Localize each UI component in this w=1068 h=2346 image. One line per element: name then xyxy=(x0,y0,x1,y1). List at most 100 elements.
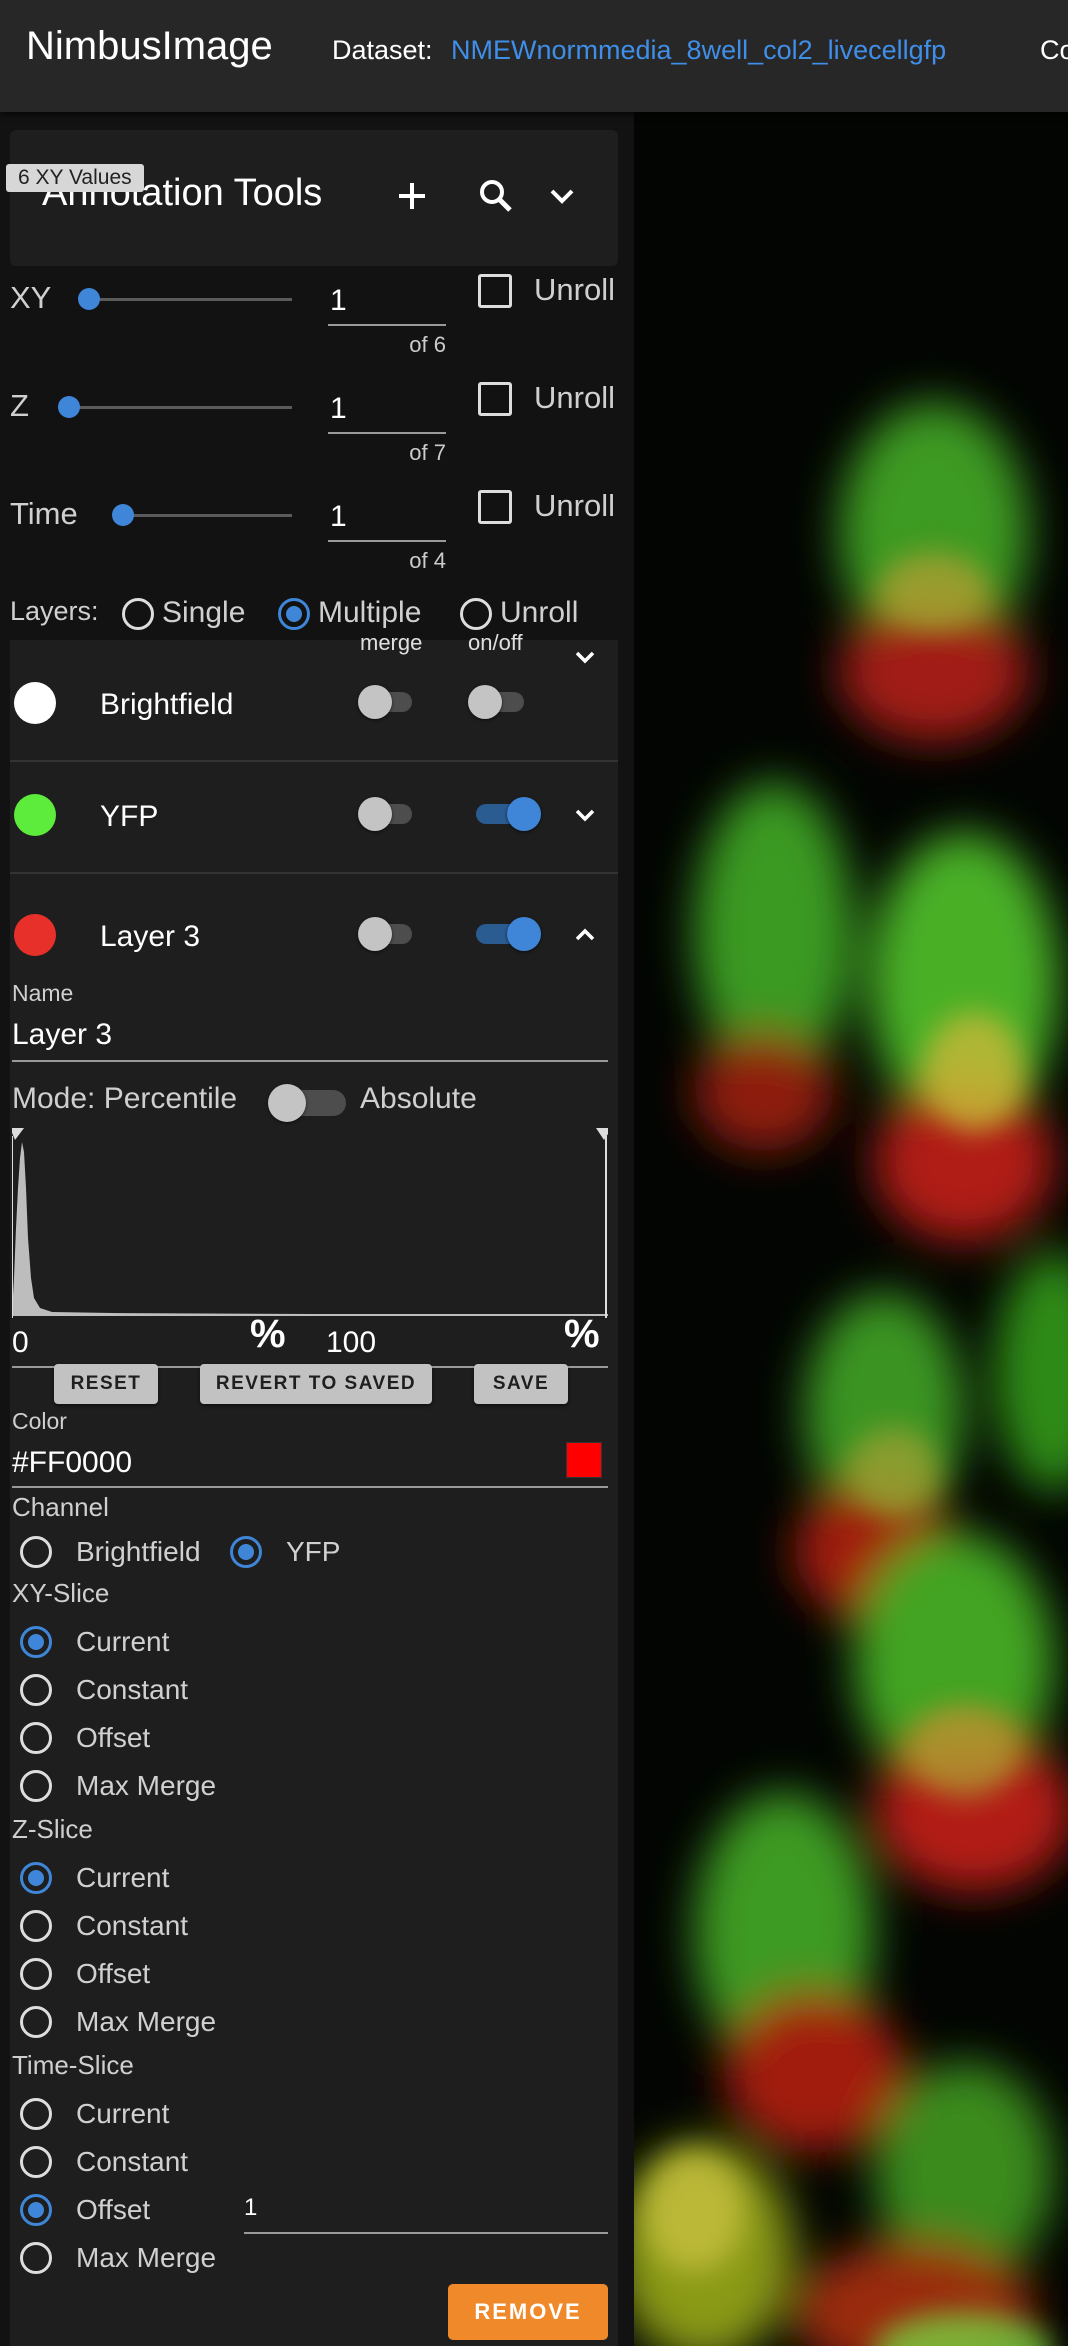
merge-toggle-knob[interactable] xyxy=(358,917,392,951)
time-slider-track[interactable] xyxy=(122,514,292,517)
z-value-input[interactable]: 1 xyxy=(328,384,446,434)
z-slider-track[interactable] xyxy=(68,406,292,409)
color-swatch[interactable] xyxy=(566,1442,602,1478)
time-slice-maxmerge-radio[interactable] xyxy=(20,2242,52,2274)
merge-column-header: merge xyxy=(360,630,423,655)
xy-unroll-label: Unroll xyxy=(534,272,615,307)
time-slice-current-radio[interactable] xyxy=(20,2098,52,2130)
layer-color-dot[interactable] xyxy=(14,682,56,724)
channel-brightfield-radio[interactable] xyxy=(20,1536,52,1568)
xy-slice-current-radio[interactable] xyxy=(20,1626,52,1658)
onoff-column-header: on/off xyxy=(468,630,523,655)
time-unroll-label: Unroll xyxy=(534,488,615,523)
toolbar-cut-text: Co xyxy=(1040,35,1068,65)
app-title[interactable]: NimbusImage xyxy=(26,24,273,69)
merge-toggle-knob[interactable] xyxy=(358,797,392,831)
chevron-down-icon[interactable] xyxy=(568,798,602,832)
time-slice-current-label: Current xyxy=(76,2098,170,2129)
layers-mode-single-label: Single xyxy=(162,596,246,629)
chevron-down-icon[interactable] xyxy=(568,640,602,674)
xy-slice-offset-radio[interactable] xyxy=(20,1722,52,1754)
layer-divider xyxy=(10,760,618,762)
visibility-toggle-knob[interactable] xyxy=(507,917,541,951)
channel-brightfield-label: Brightfield xyxy=(76,1536,201,1567)
time-value-input[interactable]: 1 xyxy=(328,492,446,542)
layers-mode-multiple-radio[interactable] xyxy=(278,598,310,630)
time-of-text: of 4 xyxy=(409,548,446,573)
channel-label: Channel xyxy=(12,1492,109,1522)
layers-mode-unroll-label: Unroll xyxy=(500,596,579,629)
layer-name-brightfield: Brightfield xyxy=(100,688,234,721)
dataset-link[interactable]: NMEWnormmedia_8well_col2_livecellgfp xyxy=(451,35,946,66)
save-button[interactable]: SAVE xyxy=(474,1364,568,1404)
layers-mode-multiple-label: Multiple xyxy=(318,596,422,629)
image-viewer[interactable] xyxy=(634,112,1068,2346)
time-slice-label: Time-Slice xyxy=(12,2050,134,2080)
time-slice-constant-radio[interactable] xyxy=(20,2146,52,2178)
z-unroll-checkbox[interactable] xyxy=(478,382,512,416)
layers-mode-unroll-radio[interactable] xyxy=(460,598,492,630)
time-slider-label: Time xyxy=(10,496,78,531)
search-icon[interactable] xyxy=(472,172,520,220)
z-slice-label: Z-Slice xyxy=(12,1814,93,1844)
layers-mode-label: Layers: xyxy=(10,596,99,626)
z-slice-constant-radio[interactable] xyxy=(20,1910,52,1942)
xy-of-text: of 6 xyxy=(409,332,446,357)
xy-slice-label: XY-Slice xyxy=(12,1578,110,1608)
merge-toggle-knob[interactable] xyxy=(358,685,392,719)
layer-name-layer3: Layer 3 xyxy=(100,920,201,953)
chevron-down-icon[interactable] xyxy=(538,172,586,220)
z-slice-maxmerge-label: Max Merge xyxy=(76,2006,217,2037)
xy-slider-track[interactable] xyxy=(88,298,292,301)
layer-name-yfp: YFP xyxy=(100,800,159,833)
xy-slider-thumb[interactable] xyxy=(78,288,100,310)
dataset-label: Dataset: xyxy=(332,35,433,65)
intensity-histogram[interactable] xyxy=(12,1128,608,1318)
reset-button[interactable]: RESET xyxy=(54,1364,158,1404)
xy-slice-constant-radio[interactable] xyxy=(20,1674,52,1706)
xy-slice-maxmerge-radio[interactable] xyxy=(20,1770,52,1802)
time-slice-offset-radio[interactable] xyxy=(20,2194,52,2226)
sidebar: Annotation Tools 6 XY Values XY 1 of 6 U… xyxy=(0,112,634,2346)
annotation-tools-card: Annotation Tools xyxy=(10,130,618,266)
layers-mode-single-radio[interactable] xyxy=(122,598,154,630)
z-of-text: of 7 xyxy=(409,440,446,465)
visibility-toggle-knob[interactable] xyxy=(507,797,541,831)
time-slice-constant-label: Constant xyxy=(76,2146,189,2177)
z-slider-label: Z xyxy=(10,388,29,423)
plus-icon[interactable] xyxy=(388,172,436,220)
color-hex-input[interactable]: #FF0000 xyxy=(12,1438,608,1488)
time-unroll-checkbox[interactable] xyxy=(478,490,512,524)
z-slice-offset-label: Offset xyxy=(76,1958,151,1989)
remove-layer-button[interactable]: REMOVE xyxy=(448,2284,608,2340)
layer-color-dot[interactable] xyxy=(14,914,56,956)
mode-toggle-knob[interactable] xyxy=(268,1084,306,1122)
chevron-up-icon[interactable] xyxy=(568,918,602,952)
percent-icon: % xyxy=(250,1312,286,1356)
time-offset-input[interactable]: 1 xyxy=(244,2184,608,2234)
z-slice-current-radio[interactable] xyxy=(20,1862,52,1894)
revert-to-saved-button[interactable]: REVERT TO SAVED xyxy=(200,1364,432,1404)
time-slice-maxmerge-label: Max Merge xyxy=(76,2242,217,2273)
z-slice-offset-radio[interactable] xyxy=(20,1958,52,1990)
time-slider-thumb[interactable] xyxy=(112,504,134,526)
layer-divider xyxy=(10,872,618,874)
microscopy-image[interactable] xyxy=(634,112,1068,2346)
xy-unroll-checkbox[interactable] xyxy=(478,274,512,308)
layer-color-dot[interactable] xyxy=(14,794,56,836)
layer-name-input[interactable]: Layer 3 xyxy=(12,1012,608,1062)
xy-value-input[interactable]: 1 xyxy=(328,276,446,326)
z-slice-current-label: Current xyxy=(76,1862,170,1893)
name-field-label: Name xyxy=(12,980,74,1006)
z-slice-maxmerge-radio[interactable] xyxy=(20,2006,52,2038)
mode-percentile-label: Mode: Percentile xyxy=(12,1082,238,1115)
z-slider-thumb[interactable] xyxy=(58,396,80,418)
xy-slice-offset-label: Offset xyxy=(76,1722,151,1753)
channel-yfp-radio[interactable] xyxy=(230,1536,262,1568)
mode-absolute-label: Absolute xyxy=(360,1082,477,1115)
xy-slice-maxmerge-label: Max Merge xyxy=(76,1770,217,1801)
xy-values-tooltip: 6 XY Values xyxy=(6,164,144,192)
z-unroll-label: Unroll xyxy=(534,380,615,415)
visibility-toggle-knob[interactable] xyxy=(468,685,502,719)
top-app-bar: NimbusImage Dataset: NMEWnormmedia_8well… xyxy=(0,0,1068,112)
